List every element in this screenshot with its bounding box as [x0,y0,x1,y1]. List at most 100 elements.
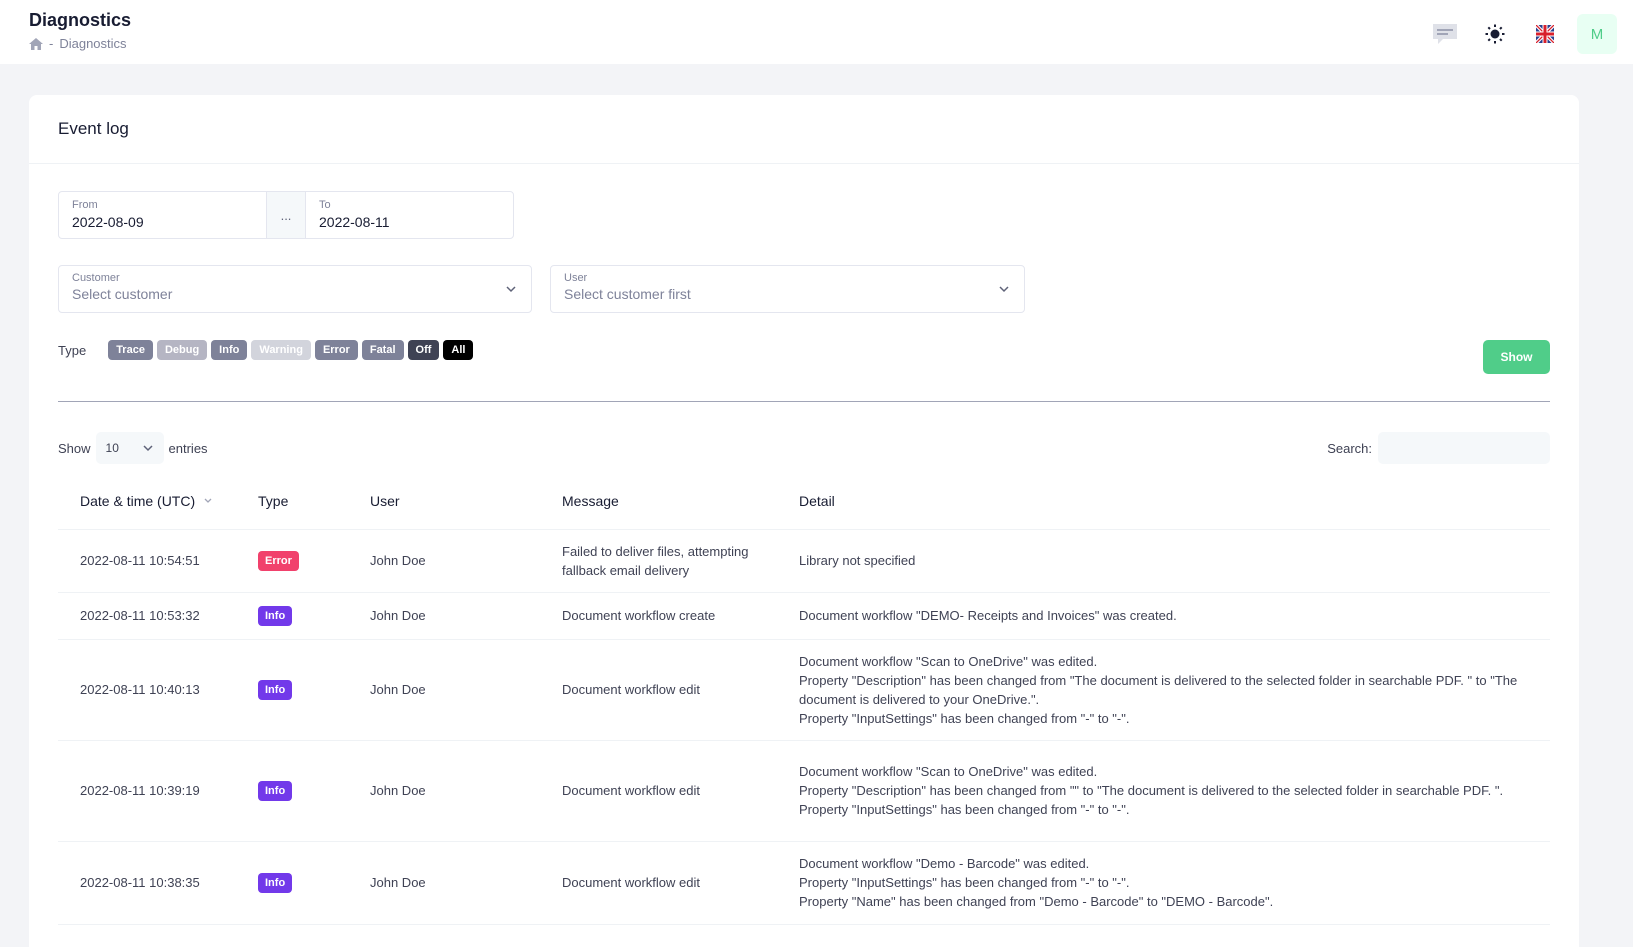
search-label: Search: [1327,440,1372,456]
cell-user: John Doe [370,740,562,842]
detail-line: Property "InputSettings" has been change… [799,710,1130,726]
detail-line: Document workflow "Scan to OneDrive" was… [799,764,1098,779]
detail-line: Document workflow "Scan to OneDrive" was… [799,653,1098,669]
table-row: 2022-08-11 10:38:35 Info John Doe Document … [58,841,1550,925]
cell-detail: Document workflow "Scan to OneDrive" was… [799,639,1550,741]
table-row: 2022-08-11 10:40:13 Info John Doe Document … [58,639,1550,741]
chevron-down-icon [999,286,1009,293]
top-actions: M [1427,14,1617,54]
event-log-table: Date & time (UTC) Type User Message Deta… [58,473,1550,925]
column-header-message[interactable]: Message [562,473,799,530]
chat-button[interactable] [1427,16,1463,52]
cell-datetime: 2022-08-11 10:53:32 [58,592,258,640]
language-button[interactable] [1527,16,1563,52]
sun-icon [1485,24,1505,44]
home-icon[interactable] [29,37,43,50]
cell-message: Document workflow edit [562,639,799,741]
customer-select[interactable]: Customer Select customer [58,265,532,313]
type-chip-all[interactable]: All [443,340,474,360]
type-chip-info[interactable]: Info [211,340,248,360]
detail-line: Property "InputSettings" has been change… [799,802,1130,817]
page-size-select[interactable]: 10 [95,432,164,464]
from-value: 2022-08-09 [72,214,144,230]
cell-datetime: 2022-08-11 10:38:35 [58,841,258,925]
type-badge: Info [258,873,293,893]
event-log-card: Event log From 2022-08-09 ... To 2022-08… [29,95,1579,947]
customer-label: Customer [72,272,120,284]
from-label: From [72,199,98,211]
show-label: Show [58,440,91,456]
to-label: To [319,199,331,211]
user-value: Select customer first [564,286,691,302]
type-chip-trace[interactable]: Trace [108,340,153,360]
message-text: Document workflow edit [562,875,700,890]
date-range: From 2022-08-09 ... To 2022-08-11 [58,191,514,239]
type-chip-fatal[interactable]: Fatal [361,340,404,360]
message-text: Failed to deliver files, attempting fall… [562,543,749,578]
card-title: Event log [58,119,129,138]
cell-type: Info [258,592,370,640]
user-label: User [564,272,588,284]
chevron-down-icon [143,445,153,452]
type-badge: Info [258,680,293,700]
cell-user: John Doe [370,529,562,593]
entries-label: entries [168,440,208,456]
message-text: Document workflow create [562,608,716,623]
detail-line: Property "Description" has been changed … [799,783,1504,798]
column-header-type[interactable]: Type [258,473,370,530]
user-select[interactable]: User Select customer first [550,265,1025,313]
type-badge: Info [258,781,293,801]
from-date-field[interactable]: From 2022-08-09 [59,192,266,238]
table-row: 2022-08-11 10:53:32 Info John Doe Document … [58,592,1550,640]
cell-datetime: 2022-08-11 10:54:51 [58,529,258,593]
chevron-down-icon [506,286,516,293]
type-chip-off[interactable]: Off [407,340,440,360]
cell-detail: Library not specified [799,529,1550,593]
chat-icon [1433,24,1457,44]
message-text: Document workflow edit [562,682,700,697]
column-header-datetime[interactable]: Date & time (UTC) [58,473,258,530]
card-header: Event log [29,95,1579,164]
page-title: Diagnostics [29,10,132,30]
cell-type: Info [258,841,370,925]
type-chip-debug[interactable]: Debug [156,340,208,360]
column-label: Date & time (UTC) [80,492,196,509]
cell-message: Document workflow edit [562,740,799,842]
type-chips: Trace Debug Info Warning Error Fatal Off All [108,340,477,360]
detail-line: Document workflow "DEMO- Receipts and In… [799,608,1177,623]
detail-line: Property "Description" has been changed … [799,672,1518,707]
to-value: 2022-08-11 [319,214,390,230]
cell-detail: Document workflow "Demo - Barcode" was e… [799,841,1550,925]
to-date-field[interactable]: To 2022-08-11 [306,192,513,238]
avatar[interactable]: M [1577,14,1617,54]
column-header-detail[interactable]: Detail [799,473,1550,530]
cell-type: Info [258,740,370,842]
table-row: 2022-08-11 10:54:51 Error John Doe Failed t… [58,529,1550,593]
type-filter: Type Trace Debug Info Warning Error Fatal Off A… [58,340,477,360]
customer-value: Select customer [72,286,173,302]
type-badge: Info [258,606,293,626]
type-chip-warning[interactable]: Warning [251,340,311,360]
search-input[interactable] [1378,432,1550,464]
detail-line: Document workflow "Demo - Barcode" was e… [799,856,1090,871]
message-text: Document workflow edit [562,783,700,798]
uk-flag-icon [1536,25,1554,43]
entries-control: Show 10 entries [58,432,208,464]
cell-detail: Document workflow "DEMO- Receipts and In… [799,592,1550,640]
breadcrumb-current: Diagnostics [59,36,127,51]
page-size-value: 10 [105,441,119,455]
cell-datetime: 2022-08-11 10:40:13 [58,639,258,741]
theme-toggle-button[interactable] [1477,16,1513,52]
breadcrumb-separator: - [49,36,54,51]
sort-icon [204,498,212,503]
top-bar: Diagnostics - Diagnostics M [0,0,1633,64]
type-chip-error[interactable]: Error [314,340,358,360]
cell-detail: Document workflow "Scan to OneDrive" was… [799,740,1550,842]
cell-message: Document workflow create [562,592,799,640]
table-header-row: Date & time (UTC) Type User Message Deta… [58,473,1550,530]
cell-user: John Doe [370,639,562,741]
show-button[interactable]: Show [1483,340,1550,374]
column-header-user[interactable]: User [370,473,562,530]
divider [58,401,1550,402]
search-control: Search: [1327,432,1550,464]
